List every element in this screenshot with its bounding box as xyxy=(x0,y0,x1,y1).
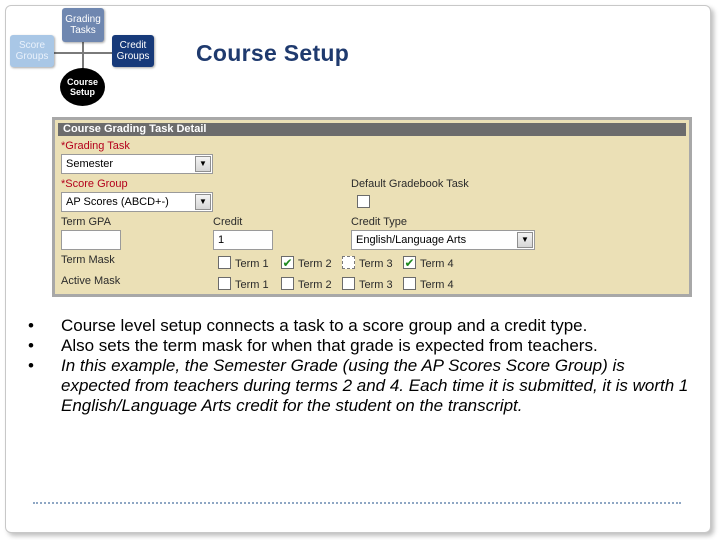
connector-vertical xyxy=(82,42,84,69)
active-mask-term-4: Term 4 xyxy=(420,279,454,291)
default-gradebook-checkbox[interactable] xyxy=(357,195,370,208)
credit-type-value: English/Language Arts xyxy=(356,234,467,246)
active-mask-term-2: Term 2 xyxy=(298,279,332,291)
diagram-node-grading-tasks: Grading Tasks xyxy=(62,8,104,42)
connector-left xyxy=(54,52,82,54)
term-mask-checkbox-4[interactable]: ✔ xyxy=(403,256,416,269)
term-gpa-label: Term GPA xyxy=(61,216,111,228)
grading-task-select[interactable]: Semester ▼ xyxy=(61,154,213,174)
panel-header: Course Grading Task Detail xyxy=(58,123,686,136)
grading-task-value: Semester xyxy=(66,158,114,170)
course-grading-task-panel: Course Grading Task Detail *Grading Task… xyxy=(52,117,692,297)
chevron-down-icon[interactable]: ▼ xyxy=(195,156,211,172)
active-mask-checkbox-2[interactable] xyxy=(281,277,294,290)
active-mask-term-1: Term 1 xyxy=(235,279,269,291)
term-mask-label: Term Mask xyxy=(61,254,115,266)
credit-type-select[interactable]: English/Language Arts ▼ xyxy=(351,230,535,250)
bullet-item-1: • Course level setup connects a task to … xyxy=(28,316,696,336)
term-mask-checkbox-1[interactable] xyxy=(218,256,231,269)
credit-type-label: Credit Type xyxy=(351,216,408,228)
checkmark-icon: ✔ xyxy=(404,255,415,270)
credit-field[interactable]: 1 xyxy=(213,230,273,250)
footer-divider xyxy=(33,502,681,504)
connector-right xyxy=(84,52,112,54)
bullet-text: Also sets the term mask for when that gr… xyxy=(61,336,598,355)
score-group-label: *Score Group xyxy=(61,178,128,190)
term-mask-term-2: Term 2 xyxy=(298,258,332,270)
active-mask-checkbox-4[interactable] xyxy=(403,277,416,290)
term-mask-checkbox-2[interactable]: ✔ xyxy=(281,256,294,269)
term-mask-term-3: Term 3 xyxy=(359,258,393,270)
active-mask-term-3: Term 3 xyxy=(359,279,393,291)
bullet-text: In this example, the Semester Grade (usi… xyxy=(61,356,689,415)
grading-task-label: *Grading Task xyxy=(61,140,130,152)
active-mask-checkbox-1[interactable] xyxy=(218,277,231,290)
term-mask-term-4: Term 4 xyxy=(420,258,454,270)
bullet-dot: • xyxy=(28,336,34,355)
bullet-text: Course level setup connects a task to a … xyxy=(61,316,588,335)
default-gradebook-label: Default Gradebook Task xyxy=(351,178,469,190)
score-group-value: AP Scores (ABCD+-) xyxy=(66,196,169,208)
active-mask-checkbox-3[interactable] xyxy=(342,277,355,290)
diagram-node-score-groups: Score Groups xyxy=(10,35,54,67)
bullet-dot: • xyxy=(28,316,34,335)
diagram-node-course-setup: Course Setup xyxy=(60,68,105,106)
term-gpa-field[interactable] xyxy=(61,230,121,250)
term-mask-checkbox-3[interactable] xyxy=(342,256,355,269)
chevron-down-icon[interactable]: ▼ xyxy=(517,232,533,248)
checkmark-icon: ✔ xyxy=(282,255,293,270)
slide-title: Course Setup xyxy=(196,40,350,66)
diagram-node-credit-groups: Credit Groups xyxy=(112,35,154,67)
bullet-list: • Course level setup connects a task to … xyxy=(28,316,696,416)
credit-label: Credit xyxy=(213,216,243,228)
score-group-select[interactable]: AP Scores (ABCD+-) ▼ xyxy=(61,192,213,212)
bullet-item-3: • In this example, the Semester Grade (u… xyxy=(28,356,696,416)
bullet-item-2: • Also sets the term mask for when that … xyxy=(28,336,696,356)
bullet-dot: • xyxy=(28,356,34,375)
chevron-down-icon[interactable]: ▼ xyxy=(195,194,211,210)
active-mask-label: Active Mask xyxy=(61,275,121,287)
term-mask-term-1: Term 1 xyxy=(235,258,269,270)
